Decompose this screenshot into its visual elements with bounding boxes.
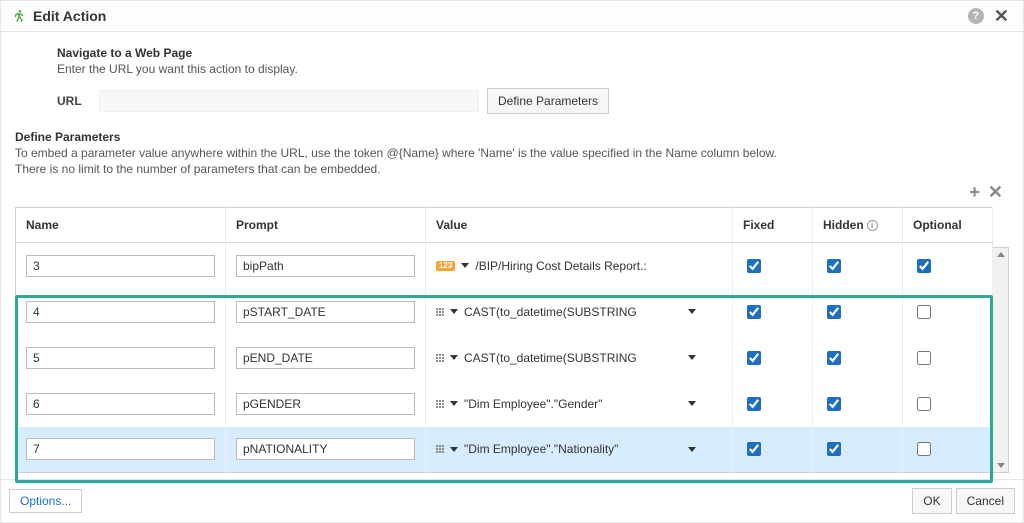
table-row[interactable]: 123/BIP/Hiring Cost Details Report.: [16, 243, 993, 289]
value-type-dropdown-icon[interactable] [461, 263, 469, 268]
value-type-dropdown-icon[interactable] [450, 309, 458, 314]
options-button[interactable]: Options... [9, 489, 82, 513]
value-dropdown-icon[interactable] [688, 447, 696, 452]
optional-checkbox[interactable] [917, 305, 931, 319]
define-parameters-heading: Define Parameters [15, 130, 1009, 144]
value-type-column-icon [436, 445, 444, 453]
value-dropdown-icon[interactable] [688, 355, 696, 360]
value-type-dropdown-icon[interactable] [450, 355, 458, 360]
add-param-icon[interactable]: + [969, 182, 980, 203]
action-runner-icon [11, 8, 27, 24]
value-text: "Dim Employee"."Nationality" [464, 442, 618, 456]
ok-button[interactable]: OK [912, 488, 951, 514]
value-cell: "Dim Employee"."Gender" [436, 397, 696, 411]
fixed-checkbox[interactable] [747, 351, 761, 365]
edit-action-dialog: Edit Action ? ✕ Navigate to a Web Page E… [0, 0, 1024, 523]
table-row[interactable]: "Dim Employee"."Gender" [16, 381, 993, 427]
optional-checkbox[interactable] [917, 397, 931, 411]
url-row: URL Define Parameters [57, 88, 1009, 114]
name-input[interactable] [26, 255, 215, 277]
value-cell: CAST(to_datetime(SUBSTRING [436, 351, 696, 365]
nav-section-title: Navigate to a Web Page [57, 46, 1009, 60]
value-cell: "Dim Employee"."Nationality" [436, 442, 696, 456]
value-type-dropdown-icon[interactable] [450, 447, 458, 452]
prompt-input[interactable] [236, 301, 415, 323]
optional-checkbox[interactable] [917, 259, 931, 273]
name-input[interactable] [26, 347, 215, 369]
value-text: /BIP/Hiring Cost Details Report.: [475, 259, 646, 273]
value-text: CAST(to_datetime(SUBSTRING [464, 351, 637, 365]
table-row[interactable]: CAST(to_datetime(SUBSTRING [16, 289, 993, 335]
hidden-help-icon[interactable]: i [867, 220, 878, 231]
value-type-column-icon [436, 354, 444, 362]
value-type-dropdown-icon[interactable] [450, 401, 458, 406]
col-header-hidden: Hidden i [813, 208, 903, 243]
nav-section-subtitle: Enter the URL you want this action to di… [57, 62, 1009, 76]
hidden-checkbox[interactable] [827, 351, 841, 365]
fixed-checkbox[interactable] [747, 397, 761, 411]
fixed-checkbox[interactable] [747, 305, 761, 319]
name-input[interactable] [26, 301, 215, 323]
col-header-prompt: Prompt [226, 208, 426, 243]
help-icon[interactable]: ? [968, 8, 984, 24]
prompt-input[interactable] [236, 438, 415, 460]
params-table: Name Prompt Value Fixed Hidden i Optiona… [15, 207, 993, 473]
params-table-wrap: Name Prompt Value Fixed Hidden i Optiona… [15, 207, 1009, 473]
table-row[interactable]: "Dim Employee"."Nationality" [16, 427, 993, 473]
fixed-checkbox[interactable] [747, 259, 761, 273]
table-row[interactable]: CAST(to_datetime(SUBSTRING [16, 335, 993, 381]
hidden-checkbox[interactable] [827, 397, 841, 411]
value-dropdown-icon[interactable] [688, 401, 696, 406]
dialog-footer: Options... OK Cancel [1, 479, 1023, 522]
optional-checkbox[interactable] [917, 442, 931, 456]
col-header-value: Value [426, 208, 733, 243]
value-type-column-icon [436, 400, 444, 408]
prompt-input[interactable] [236, 393, 415, 415]
value-text: CAST(to_datetime(SUBSTRING [464, 305, 637, 319]
hidden-checkbox[interactable] [827, 305, 841, 319]
value-cell: 123/BIP/Hiring Cost Details Report.: [436, 259, 696, 273]
params-toolbar: + ✕ [15, 176, 1009, 207]
optional-checkbox[interactable] [917, 351, 931, 365]
value-cell: CAST(to_datetime(SUBSTRING [436, 305, 696, 319]
value-dropdown-icon[interactable] [688, 309, 696, 314]
col-header-optional: Optional [903, 208, 993, 243]
name-input[interactable] [26, 438, 215, 460]
value-type-column-icon [436, 308, 444, 316]
url-input[interactable] [99, 90, 479, 112]
delete-param-icon[interactable]: ✕ [988, 182, 1003, 203]
define-parameters-text-2: There is no limit to the number of param… [15, 162, 1009, 176]
name-input[interactable] [26, 393, 215, 415]
hidden-checkbox[interactable] [827, 259, 841, 273]
dialog-header: Edit Action ? ✕ [1, 1, 1023, 32]
value-type-literal-icon: 123 [436, 261, 455, 271]
table-scrollbar[interactable] [993, 247, 1009, 473]
prompt-input[interactable] [236, 347, 415, 369]
col-header-name: Name [16, 208, 226, 243]
prompt-input[interactable] [236, 255, 415, 277]
define-parameters-button[interactable]: Define Parameters [487, 88, 609, 114]
hidden-checkbox[interactable] [827, 442, 841, 456]
dialog-title: Edit Action [33, 8, 962, 24]
dialog-body: Navigate to a Web Page Enter the URL you… [1, 32, 1023, 479]
define-parameters-text-1: To embed a parameter value anywhere with… [15, 146, 1009, 160]
col-header-hidden-text: Hidden [823, 218, 864, 232]
value-text: "Dim Employee"."Gender" [464, 397, 602, 411]
url-label: URL [57, 94, 91, 108]
col-header-fixed: Fixed [733, 208, 813, 243]
cancel-button[interactable]: Cancel [956, 488, 1015, 514]
fixed-checkbox[interactable] [747, 442, 761, 456]
close-icon[interactable]: ✕ [990, 7, 1013, 25]
